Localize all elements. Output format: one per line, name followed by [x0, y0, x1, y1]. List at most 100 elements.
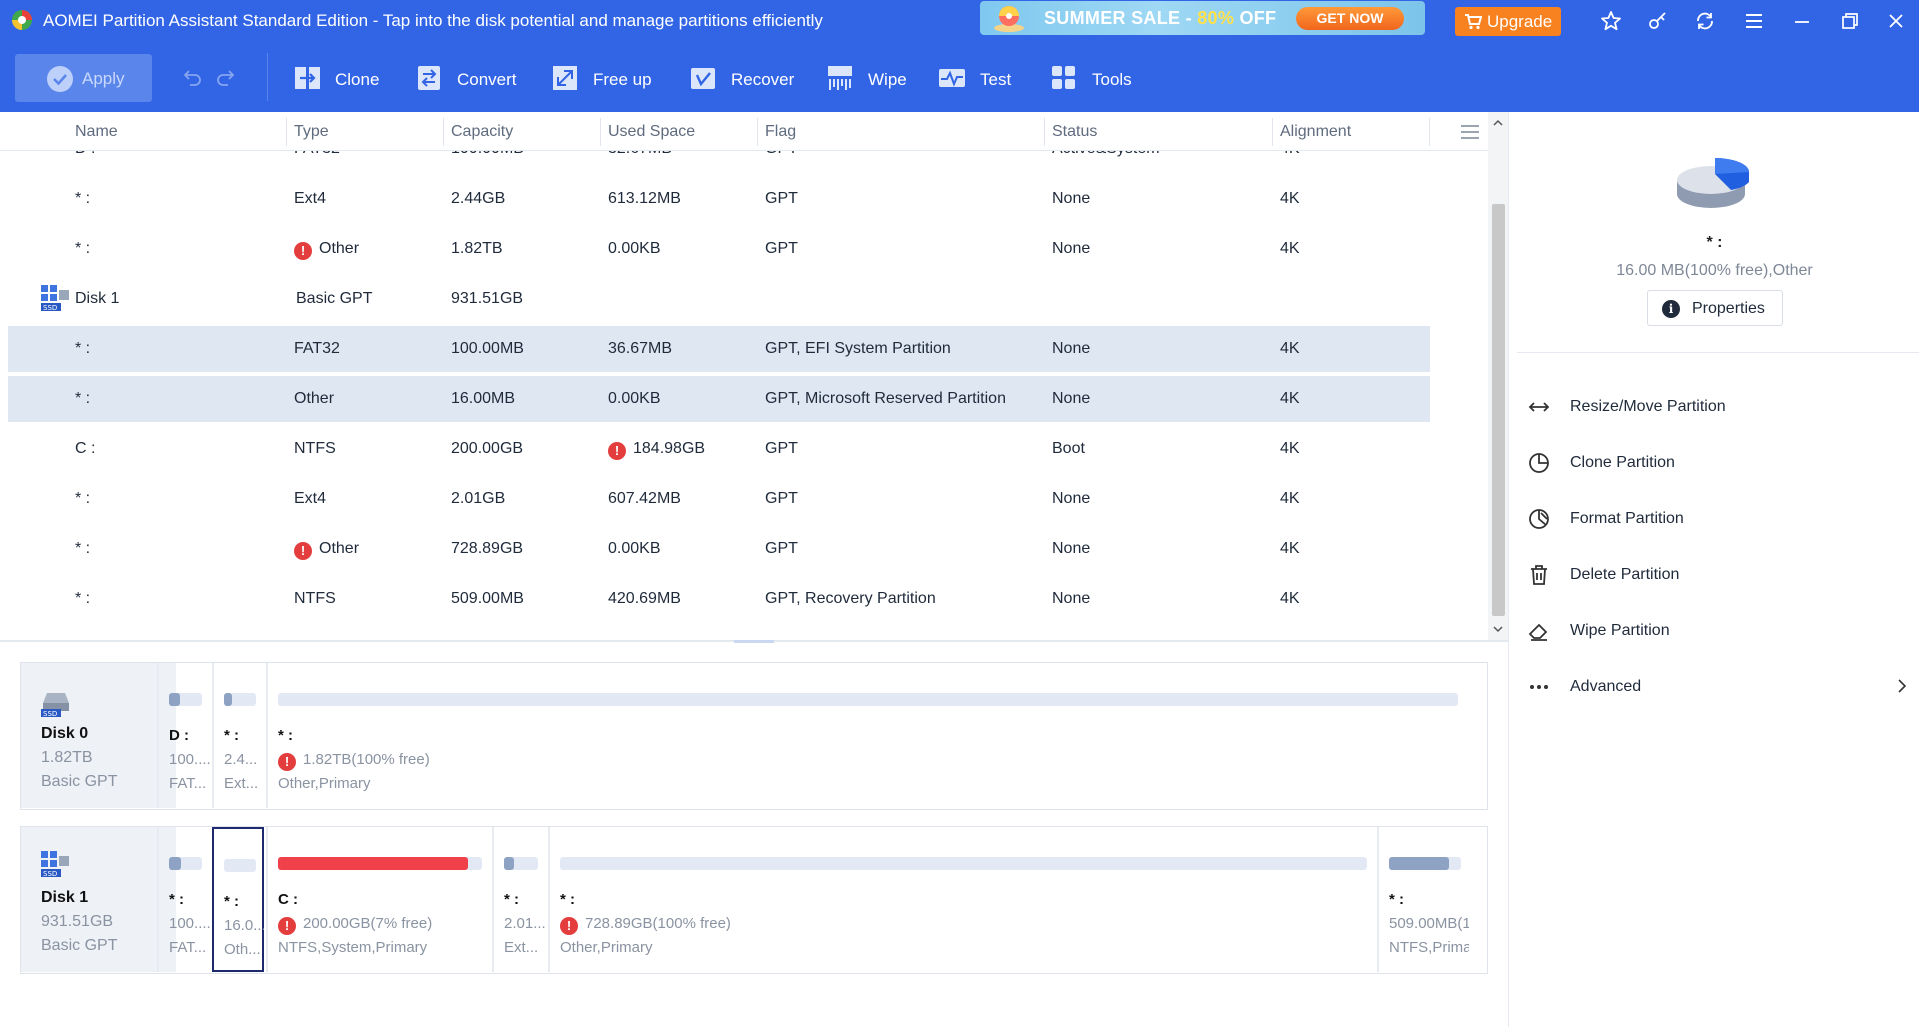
cell-text: Disk 1 — [75, 290, 120, 307]
cell-name: * : — [75, 240, 90, 258]
column-header-status[interactable]: Status — [1052, 123, 1097, 141]
cell-capacity: 1.82TB — [451, 240, 503, 258]
disk-partition[interactable]: * : 16.0... Oth... — [212, 827, 264, 972]
column-header-type[interactable]: Type — [294, 123, 329, 141]
disk-row[interactable]: Disk 1 Basic GPT 931.51GB SSD — [8, 276, 1430, 322]
refresh-icon[interactable] — [1694, 10, 1716, 32]
column-header-capacity[interactable]: Capacity — [451, 123, 513, 141]
cell-status: None — [1052, 340, 1090, 358]
convert-button[interactable]: Convert — [414, 63, 524, 93]
close-icon[interactable] — [1885, 10, 1907, 32]
column-separator[interactable] — [757, 118, 758, 146]
key-icon[interactable] — [1647, 10, 1669, 32]
redo-icon[interactable] — [215, 67, 237, 87]
delete-partition-button[interactable]: Delete Partition — [1509, 554, 1919, 596]
test-button[interactable]: Test — [937, 63, 1017, 93]
svg-text:SSD: SSD — [43, 710, 57, 718]
disk-info[interactable]: SSD Disk 1 931.51GB Basic GPT — [21, 827, 176, 972]
tools-grid-icon — [1052, 66, 1075, 89]
cell-text: 36.67MB — [608, 340, 673, 357]
partition-size: 100.... — [169, 751, 210, 768]
column-separator[interactable] — [1429, 118, 1430, 146]
properties-button[interactable]: i Properties — [1647, 290, 1783, 326]
partition-row[interactable]: * : FAT32 100.00MB 36.67MB GPT, EFI System P… — [8, 326, 1430, 372]
partition-row[interactable]: D : FAT32 100.00MB 32.67MB GPT Active&System 4… — [8, 151, 1430, 172]
column-separator[interactable] — [286, 118, 287, 146]
partition-size: 100.... — [169, 915, 210, 932]
disk-partition[interactable]: D : 100.... FAT... — [157, 663, 210, 808]
partition-row[interactable]: * : NTFS 509.00MB 420.69MB GPT, Recovery Par… — [8, 576, 1430, 622]
disk-block[interactable]: SSD Disk 0 1.82TB Basic GPT D : 100.... FAT...… — [20, 662, 1488, 810]
disk-partition[interactable]: * : 2.4... Ext... — [212, 663, 264, 808]
cell-name: Disk 1 — [75, 290, 119, 308]
star-icon[interactable] — [1600, 10, 1622, 32]
cell-text: None — [1052, 340, 1091, 357]
column-separator[interactable] — [443, 118, 444, 146]
partition-filesystem: Oth... — [224, 941, 261, 958]
cell-align: 4K — [1280, 240, 1300, 258]
disk-partition[interactable]: * : 509.00MB(1... NTFS,Prima... — [1377, 827, 1469, 972]
sale-banner[interactable]: SUMMER SALE - 80% OFF GET NOW — [980, 1, 1425, 35]
free-up-label: Free up — [593, 70, 652, 89]
wipe-button[interactable]: Wipe — [825, 63, 920, 93]
disk-partition[interactable]: C :! 200.00GB(7% free) NTFS,System,Primary — [266, 827, 490, 972]
column-header-name[interactable]: Name — [75, 123, 118, 141]
column-settings-icon[interactable] — [1459, 123, 1481, 141]
disk-partition[interactable]: * :! 728.89GB(100% free) Other,Primary — [548, 827, 1375, 972]
recover-button[interactable]: Recover — [688, 63, 798, 93]
partition-row[interactable]: * : Ext4 2.01GB 607.42MB GPT None 4K — [8, 476, 1430, 522]
partition-label: * : — [560, 891, 575, 908]
cell-text: * : — [75, 490, 91, 507]
disk-info[interactable]: SSD Disk 0 1.82TB Basic GPT — [21, 663, 176, 808]
resize-move-partition-button[interactable]: Resize/Move Partition — [1509, 386, 1919, 428]
free-up-button[interactable]: Free up — [550, 63, 660, 93]
cell-text: 4K — [1280, 190, 1300, 207]
disk-partition[interactable]: * : 2.01... Ext... — [492, 827, 546, 972]
cell-text: 4K — [1280, 340, 1300, 357]
partition-row[interactable]: C : NTFS 200.00GB! 184.98GB GPT Boot 4K — [8, 426, 1430, 472]
cell-text: C : — [75, 440, 96, 457]
disk-block[interactable]: SSD Disk 1 931.51GB Basic GPT * : 100.... FAT.… — [20, 826, 1488, 974]
wipe-partition-button[interactable]: Wipe Partition — [1509, 610, 1919, 652]
undo-icon[interactable] — [181, 67, 203, 87]
scroll-up-icon[interactable] — [1492, 117, 1504, 129]
partition-row[interactable]: * : Ext4 2.44GB 613.12MB GPT None 4K — [8, 176, 1430, 222]
column-header-alignment[interactable]: Alignment — [1280, 123, 1351, 141]
tools-button[interactable]: Tools — [1049, 63, 1139, 93]
minimize-icon[interactable] — [1791, 10, 1813, 32]
disk-size: 1.82TB — [41, 749, 93, 766]
toolbar-separator — [267, 53, 268, 101]
get-now-button[interactable]: GET NOW — [1296, 7, 1404, 30]
column-separator[interactable] — [600, 118, 601, 146]
apply-button[interactable]: Apply — [15, 54, 152, 102]
advanced-menu-button[interactable]: Advanced — [1509, 666, 1919, 708]
column-header-flag[interactable]: Flag — [765, 123, 796, 141]
pane-divider-grip[interactable] — [734, 640, 774, 643]
scrollbar-thumb[interactable] — [1492, 204, 1505, 616]
disk-partition[interactable]: * :! 1.82TB(100% free) Other,Primary — [266, 663, 1466, 808]
partition-size: ! 1.82TB(100% free) — [278, 751, 1466, 771]
partition-row[interactable]: * :! Other 1.82TB 0.00KB GPT None 4K — [8, 226, 1430, 272]
clone-partition-button[interactable]: Clone Partition — [1509, 442, 1919, 484]
clone-button[interactable]: Clone — [292, 63, 382, 93]
cell-name: * : — [75, 490, 90, 508]
column-separator[interactable] — [1044, 118, 1045, 146]
format-partition-button[interactable]: Format Partition — [1509, 498, 1919, 540]
window-title: AOMEI Partition Assistant Standard Editi… — [43, 11, 823, 30]
partition-size-text: 1.82TB(100% free) — [303, 751, 430, 768]
column-header-used-space[interactable]: Used Space — [608, 123, 695, 141]
cell-text: 4K — [1280, 540, 1300, 557]
disk-partition[interactable]: * : 100.... FAT... — [157, 827, 210, 972]
menu-icon[interactable] — [1743, 10, 1765, 32]
scroll-down-icon[interactable] — [1492, 623, 1504, 635]
upgrade-button[interactable]: Upgrade — [1455, 7, 1561, 36]
column-separator[interactable] — [1272, 118, 1273, 146]
partition-row[interactable]: * :! Other 728.89GB 0.00KB GPT None 4K — [8, 526, 1430, 572]
usage-bar — [1389, 857, 1461, 870]
table-scrollbar[interactable] — [1488, 112, 1508, 640]
cell-align: 4K — [1280, 390, 1300, 408]
cell-status: None — [1052, 190, 1090, 208]
restore-icon[interactable] — [1839, 10, 1861, 32]
clone-partition-icon — [1529, 453, 1549, 473]
partition-row[interactable]: * : Other 16.00MB 0.00KB GPT, Microsoft Rese… — [8, 376, 1430, 422]
